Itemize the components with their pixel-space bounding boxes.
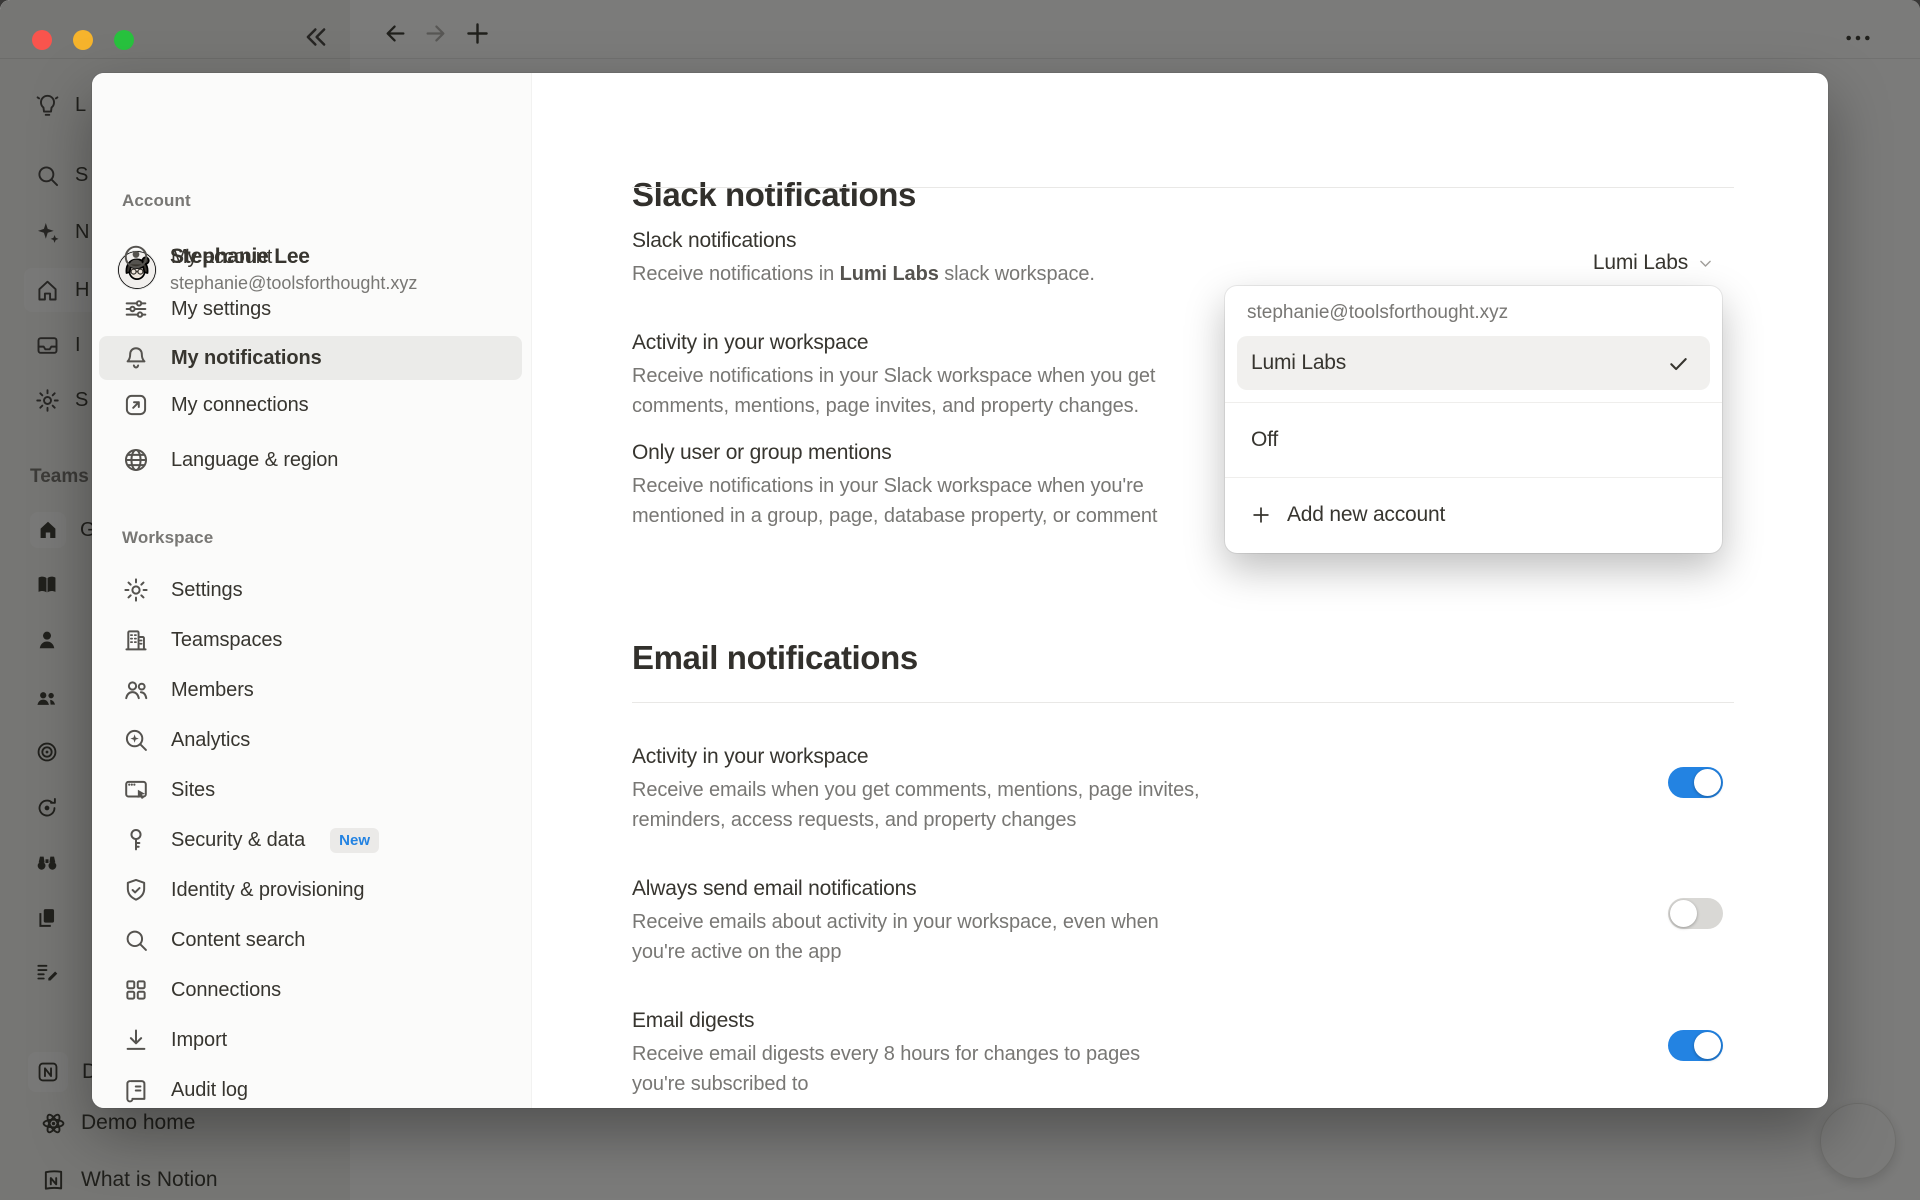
download-icon: [122, 1026, 150, 1054]
add-new-account-button[interactable]: Add new account: [1225, 478, 1722, 551]
setting-row-description: Receive notifications in your Slack work…: [632, 471, 1157, 531]
sidebar-item-label: My connections: [171, 394, 309, 417]
sliders-icon: [122, 295, 150, 323]
sidebar-item-label: Identity & provisioning: [171, 879, 364, 902]
setting-row-description: Receive email digests every 8 hours for …: [632, 1039, 1140, 1099]
sidebar-item-label: Settings: [171, 579, 242, 602]
settings-sidebar-item-analytics[interactable]: Analytics: [99, 718, 522, 762]
shield-check-icon: [122, 876, 150, 904]
setting-row-only-user-or-group-mentions: Only user or group mentionsReceive notif…: [632, 437, 1157, 531]
sidebar-item-label: Language & region: [171, 449, 338, 472]
toggle-activity-in-your-workspace[interactable]: [1668, 767, 1723, 798]
sidebar-item-label: Security & data: [171, 829, 305, 852]
sidebar-item-label: My account: [171, 246, 272, 269]
sidebar-item-label: Import: [171, 1029, 227, 1052]
grid-icon: [122, 976, 150, 1004]
slack-workspace-dropdown[interactable]: Lumi Labs: [1593, 251, 1714, 275]
workspace-section-label: Workspace: [122, 528, 213, 548]
email-section-heading: Email notifications: [632, 638, 918, 678]
settings-sidebar-item-settings[interactable]: Settings: [99, 568, 522, 612]
account-section-label: Account: [122, 191, 191, 211]
scroll-icon: [122, 1076, 150, 1104]
person-circle-icon: [122, 243, 150, 271]
sidebar-item-label: Teamspaces: [171, 629, 282, 652]
slack-section-heading: Slack notifications: [632, 175, 916, 215]
gear-icon: [122, 576, 150, 604]
settings-sidebar-item-my-connections[interactable]: My connections: [99, 383, 522, 427]
settings-sidebar-item-sites[interactable]: Sites: [99, 768, 522, 812]
chevron-down-icon: [1697, 255, 1714, 272]
sidebar-item-label: My notifications: [171, 347, 322, 370]
sidebar-item-label: Analytics: [171, 729, 250, 752]
setting-row-title: Activity in your workspace: [632, 741, 1200, 772]
dropdown-option-label: Lumi Labs: [1251, 351, 1346, 375]
settings-sidebar-item-import[interactable]: Import: [99, 1018, 522, 1062]
toggle-email-digests[interactable]: [1668, 1030, 1723, 1061]
dropdown-option-lumi-labs[interactable]: Lumi Labs: [1237, 336, 1710, 390]
setting-row-title: Activity in your workspace: [632, 327, 1155, 358]
settings-sidebar-item-teamspaces[interactable]: Teamspaces: [99, 618, 522, 662]
plus-icon: [1250, 504, 1272, 526]
setting-row-description: Receive emails when you get comments, me…: [632, 775, 1200, 835]
key-icon: [122, 826, 150, 854]
dropdown-account-header: stephanie@toolsforthought.xyz: [1225, 286, 1722, 330]
new-badge: New: [330, 828, 379, 853]
setting-row-activity-in-your-workspace: Activity in your workspaceReceive emails…: [632, 741, 1200, 835]
dropdown-option-off[interactable]: Off: [1225, 403, 1722, 477]
dropdown-option-label: Off: [1251, 428, 1278, 452]
toggle-always-send-email-notifications[interactable]: [1668, 898, 1723, 929]
setting-row-activity-in-your-workspace: Activity in your workspaceReceive notifi…: [632, 327, 1155, 421]
sidebar-item-label: Audit log: [171, 1079, 248, 1102]
settings-sidebar-item-my-settings[interactable]: My settings: [99, 287, 522, 331]
setting-row-email-digests: Email digestsReceive email digests every…: [632, 1005, 1140, 1099]
settings-sidebar-item-audit-log[interactable]: Audit log: [99, 1068, 522, 1112]
section-divider: [632, 187, 1734, 188]
setting-row-description: Receive emails about activity in your wo…: [632, 907, 1159, 967]
settings-modal: Account Stephanie Lee stephanie@toolsfor…: [92, 73, 1828, 1108]
members-icon: [122, 676, 150, 704]
search-icon: [122, 926, 150, 954]
settings-sidebar: Account Stephanie Lee stephanie@toolsfor…: [92, 73, 532, 1108]
setting-row-title: Email digests: [632, 1005, 1140, 1036]
settings-sidebar-item-language-region[interactable]: Language & region: [99, 438, 522, 482]
bell-icon: [122, 344, 150, 372]
building-icon: [122, 626, 150, 654]
setting-row-description: Receive notifications in Lumi Labs slack…: [632, 259, 1095, 289]
setting-row-title: Slack notifications: [632, 225, 1095, 256]
setting-row-title: Always send email notifications: [632, 873, 1159, 904]
sidebar-item-label: Content search: [171, 929, 305, 952]
settings-sidebar-item-my-notifications[interactable]: My notifications: [99, 336, 522, 380]
slack-account-dropdown-menu: stephanie@toolsforthought.xyz Lumi Labs O…: [1225, 286, 1722, 553]
check-icon: [1667, 352, 1690, 375]
sidebar-item-label: Sites: [171, 779, 215, 802]
sidebar-item-label: My settings: [171, 298, 271, 321]
section-divider: [632, 702, 1734, 703]
settings-sidebar-item-connections[interactable]: Connections: [99, 968, 522, 1012]
sidebar-item-label: Members: [171, 679, 254, 702]
browser-cursor-icon: [122, 776, 150, 804]
settings-sidebar-item-my-account[interactable]: My account: [99, 235, 522, 279]
settings-sidebar-item-identity-provisioning[interactable]: Identity & provisioning: [99, 868, 522, 912]
settings-content: Slack notifications Slack notificationsR…: [532, 73, 1828, 1108]
settings-sidebar-item-members[interactable]: Members: [99, 668, 522, 712]
sidebar-item-label: Connections: [171, 979, 281, 1002]
setting-row-slack-notifications: Slack notificationsReceive notifications…: [632, 225, 1095, 289]
search-sparkle-icon: [122, 726, 150, 754]
globe-icon: [122, 446, 150, 474]
setting-row-always-send-email-notifications: Always send email notificationsReceive e…: [632, 873, 1159, 967]
settings-sidebar-item-content-search[interactable]: Content search: [99, 918, 522, 962]
setting-row-description: Receive notifications in your Slack work…: [632, 361, 1155, 421]
settings-sidebar-item-security-data[interactable]: Security & data New: [99, 818, 522, 862]
setting-row-title: Only user or group mentions: [632, 437, 1157, 468]
dropdown-value: Lumi Labs: [1593, 251, 1688, 275]
arrow-up-right-box-icon: [122, 391, 150, 419]
